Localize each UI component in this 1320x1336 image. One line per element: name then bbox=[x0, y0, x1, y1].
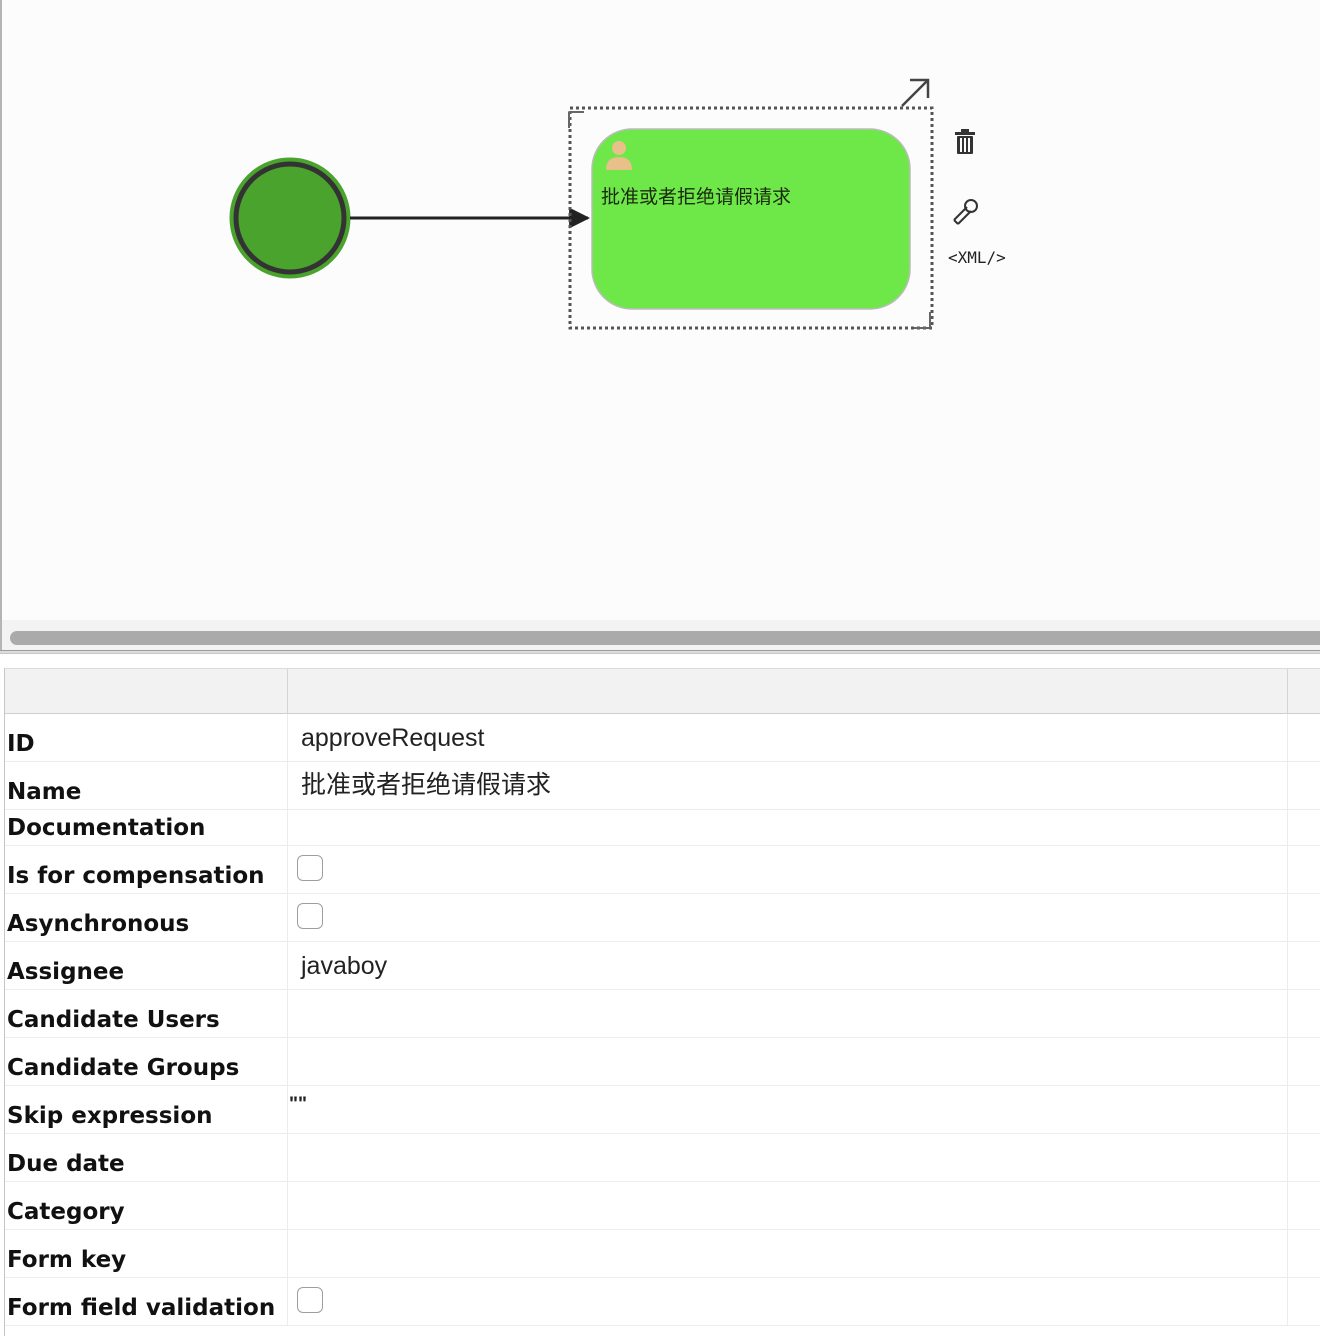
property-label: Documentation bbox=[7, 815, 206, 841]
property-row-is-for-compensation[interactable]: Is for compensation bbox=[5, 846, 1320, 894]
form-field-validation-checkbox[interactable] bbox=[297, 1287, 323, 1313]
arrow-up-right-icon[interactable] bbox=[901, 78, 930, 107]
property-row-form-field-validation[interactable]: Form field validation bbox=[5, 1278, 1320, 1326]
wrench-icon[interactable] bbox=[953, 199, 978, 225]
property-label: ID bbox=[7, 731, 35, 757]
property-row-id[interactable]: ID approveRequest bbox=[5, 714, 1320, 762]
properties-panel: ID approveRequest Name 批准或者拒绝请假请求 Docume… bbox=[4, 668, 1320, 1336]
property-value[interactable]: 批准或者拒绝请假请求 bbox=[301, 765, 551, 801]
property-row-assignee[interactable]: Assignee javaboy bbox=[5, 942, 1320, 990]
diagram-canvas[interactable]: 批准或者拒绝请假请求 <XML/> bbox=[0, 0, 1320, 620]
property-value[interactable]: approveRequest bbox=[301, 724, 484, 753]
property-row-due-date[interactable]: Due date bbox=[5, 1134, 1320, 1182]
property-value[interactable]: javaboy bbox=[301, 952, 387, 981]
property-label: Candidate Users bbox=[7, 1007, 220, 1033]
property-row-skip-expression[interactable]: Skip expression "" bbox=[5, 1086, 1320, 1134]
task-name-label: 批准或者拒绝请假请求 bbox=[601, 186, 792, 208]
property-label: Candidate Groups bbox=[7, 1055, 240, 1081]
property-label: Name bbox=[7, 779, 82, 805]
compensation-checkbox[interactable] bbox=[297, 855, 323, 881]
property-label: Is for compensation bbox=[7, 863, 265, 889]
properties-header bbox=[5, 668, 1320, 715]
property-row-asynchronous[interactable]: Asynchronous bbox=[5, 894, 1320, 942]
property-label: Form field validation bbox=[7, 1295, 276, 1321]
property-row-name[interactable]: Name 批准或者拒绝请假请求 bbox=[5, 762, 1320, 810]
property-label: Assignee bbox=[7, 959, 125, 985]
property-row-candidate-groups[interactable]: Candidate Groups bbox=[5, 1038, 1320, 1086]
property-label: Category bbox=[7, 1199, 125, 1225]
start-event[interactable] bbox=[229, 157, 351, 279]
property-row-documentation[interactable]: Documentation bbox=[5, 810, 1320, 846]
property-label: Form key bbox=[7, 1247, 127, 1273]
xml-view-button[interactable]: <XML/> bbox=[948, 248, 1006, 267]
header-col-value bbox=[288, 669, 1288, 715]
user-task[interactable] bbox=[591, 128, 911, 310]
property-label: Asynchronous bbox=[7, 911, 190, 937]
header-col-property bbox=[5, 669, 288, 715]
scrollbar-thumb[interactable] bbox=[10, 631, 1320, 645]
property-value[interactable]: "" bbox=[289, 1094, 307, 1116]
property-label: Due date bbox=[7, 1151, 125, 1177]
property-row-form-key[interactable]: Form key bbox=[5, 1230, 1320, 1278]
property-label: Skip expression bbox=[7, 1103, 213, 1129]
horizontal-scrollbar[interactable] bbox=[0, 620, 1320, 650]
panel-divider[interactable] bbox=[0, 650, 1320, 654]
resize-handle-bottom-right[interactable] bbox=[914, 312, 931, 329]
property-row-candidate-users[interactable]: Candidate Users bbox=[5, 990, 1320, 1038]
diagram-svg bbox=[229, 78, 978, 330]
asynchronous-checkbox[interactable] bbox=[297, 903, 323, 929]
trash-icon[interactable] bbox=[955, 129, 975, 154]
property-row-category[interactable]: Category bbox=[5, 1182, 1320, 1230]
